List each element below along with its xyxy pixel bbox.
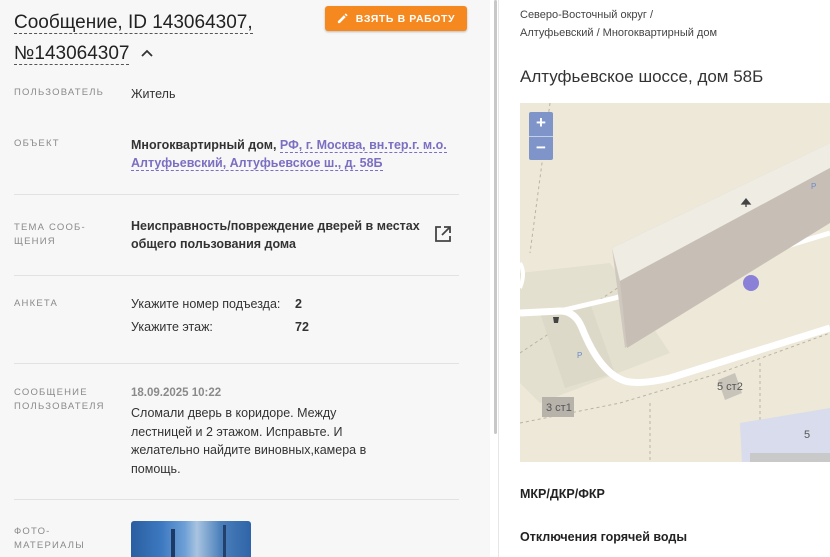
message-label-1: СООБЩЕНИЕ xyxy=(14,387,88,398)
map-label: 5 xyxy=(804,429,810,441)
object-value: Многоквартирный дом, РФ, г. Москва, вн.т… xyxy=(131,136,451,172)
topic-value: Неисправность/повреждение дверей в места… xyxy=(131,217,421,253)
user-value: Житель xyxy=(131,87,176,101)
message-line: желательно найдите виновных,камера в xyxy=(131,443,367,457)
user-label: ПОЛЬЗОВАТЕЛЬ xyxy=(14,87,105,98)
divider xyxy=(14,499,459,500)
object-address-link-2[interactable]: Алтуфьевский, Алтуфьевское ш., д. 58Б xyxy=(131,156,383,171)
topic-label-2: ЩЕНИЯ xyxy=(14,236,56,247)
poi-icon xyxy=(553,317,559,323)
divider xyxy=(14,194,459,195)
message-line: Сломали дверь в коридоре. Между xyxy=(131,406,337,420)
pencil-icon xyxy=(337,13,348,24)
title-line-1[interactable]: Сообщение, ID 143064307, xyxy=(14,12,253,34)
photo-detail xyxy=(171,529,175,557)
photo-label-1: ФОТО- xyxy=(14,526,51,537)
message-line: лестницей и 2 этажом. Исправьте. И xyxy=(131,424,343,439)
photo-label: ФОТО- МАТЕРИАЛЫ xyxy=(14,525,114,553)
object-address-link[interactable]: РФ, г. Москва, вн.тер.г. м.о. xyxy=(279,138,447,153)
take-to-work-button[interactable]: ВЗЯТЬ В РАБОТУ xyxy=(325,6,467,31)
topic-value-1: Неисправность/повреждение дверей в места… xyxy=(131,219,420,233)
message-line: помощь. xyxy=(131,461,181,476)
open-external-icon[interactable] xyxy=(433,224,453,244)
survey-label: АНКЕТА xyxy=(14,298,59,309)
survey-question: Укажите этаж: xyxy=(131,320,213,334)
chevron-up-icon[interactable] xyxy=(141,37,153,66)
message-date: 18.09.2025 10:22 xyxy=(131,387,222,399)
divider xyxy=(14,275,459,276)
map[interactable]: 3 ст1 5 ст2 5 P P + − xyxy=(520,103,830,462)
photo-detail xyxy=(223,525,226,557)
message-label: СООБЩЕНИЕ ПОЛЬЗОВАТЕЛЯ xyxy=(14,386,114,414)
topic-value-2: общего пользования дома xyxy=(131,237,296,251)
section-hot-water-title: Отключения горячей воды xyxy=(520,530,688,544)
topic-label: ТЕМА СООБ- ЩЕНИЯ xyxy=(14,221,114,249)
photo-thumbnail[interactable] xyxy=(131,521,251,557)
map-canvas[interactable]: 3 ст1 5 ст2 5 P P xyxy=(520,103,830,462)
map-label: 3 ст1 xyxy=(546,402,572,414)
object-type: Многоквартирный дом, xyxy=(131,138,277,152)
survey-answer: 72 xyxy=(295,320,309,334)
survey-question: Укажите номер подъезда: xyxy=(131,297,281,311)
section-mkr-title: МКР/ДКР/ФКР xyxy=(520,487,605,501)
scrollbar[interactable] xyxy=(494,0,497,434)
topic-label-1: ТЕМА СООБ- xyxy=(14,222,86,233)
zoom-out-button[interactable]: − xyxy=(529,137,553,161)
survey-row: Укажите этаж: 72 xyxy=(131,320,309,334)
message-details-pane: Сообщение, ID 143064307, №143064307 ВЗЯТ… xyxy=(0,0,490,557)
title-line-2[interactable]: №143064307 xyxy=(14,43,130,65)
take-button-label: ВЗЯТЬ В РАБОТУ xyxy=(355,12,456,25)
breadcrumb: Северо-Восточный округ / Алтуфьевский / … xyxy=(520,6,717,42)
pane-divider xyxy=(498,0,499,557)
divider xyxy=(14,363,459,364)
photo-label-2: МАТЕРИАЛЫ xyxy=(14,540,85,551)
object-label: ОБЪЕКТ xyxy=(14,138,60,149)
survey-row: Укажите номер подъезда: 2 xyxy=(131,297,302,311)
address-title: Алтуфьевское шоссе, дом 58Б xyxy=(520,67,764,86)
breadcrumb-line-2[interactable]: Алтуфьевский / Многоквартирный дом xyxy=(520,27,717,39)
zoom-in-button[interactable]: + xyxy=(529,112,553,136)
page-title: Сообщение, ID 143064307, №143064307 xyxy=(14,8,314,68)
message-label-2: ПОЛЬЗОВАТЕЛЯ xyxy=(14,401,105,412)
map-label: 5 ст2 xyxy=(717,381,743,393)
zoom-control: + − xyxy=(529,112,553,160)
breadcrumb-line-1[interactable]: Северо-Восточный округ / xyxy=(520,9,653,21)
message-text: Сломали дверь в коридоре. Между лестнице… xyxy=(131,404,381,478)
parking-label: P xyxy=(811,182,816,191)
survey-answer: 2 xyxy=(295,297,302,311)
location-marker-icon[interactable] xyxy=(743,275,759,291)
parking-label: P xyxy=(577,351,582,360)
